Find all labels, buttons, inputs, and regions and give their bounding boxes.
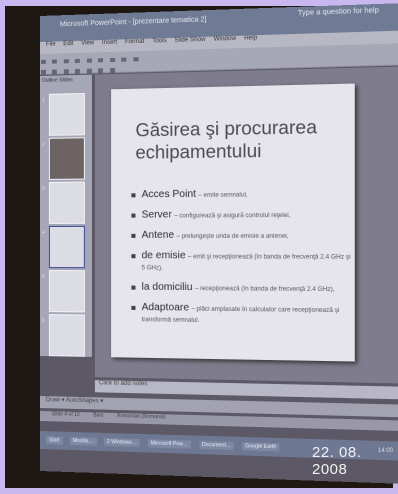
bullet-item: de emisie – emit şi recepţionează (în ba… bbox=[131, 251, 352, 274]
slide-bullet-list[interactable]: Acces Point – emite semnalul, Server – c… bbox=[131, 188, 352, 337]
thumb-number: 3 bbox=[42, 186, 45, 192]
bullet-description: – prelungeşte unda de emisie a antenei, bbox=[176, 234, 288, 240]
thumb-number: 1 bbox=[42, 98, 45, 104]
slide-thumbnail-selected[interactable] bbox=[49, 226, 85, 268]
status-slide: Slide 4 of 10 bbox=[52, 411, 80, 418]
status-design: Bars bbox=[93, 412, 103, 418]
projected-screen: Microsoft PowerPoint - [prezentare temat… bbox=[40, 3, 398, 484]
taskbar-item[interactable]: Microsoft Pow… bbox=[147, 439, 191, 449]
font-color-icon[interactable] bbox=[110, 68, 115, 73]
slide-thumbnail[interactable] bbox=[49, 270, 85, 312]
menu-slideshow[interactable]: Slide Show bbox=[174, 37, 205, 44]
help-search[interactable]: Type a question for help bbox=[298, 7, 379, 17]
menu-format[interactable]: Format bbox=[125, 39, 144, 46]
bullet-term: Acces Point bbox=[142, 189, 196, 201]
start-button[interactable]: Start bbox=[46, 436, 62, 445]
status-language: Romanian (Romania) bbox=[117, 413, 166, 420]
bullet-item: Antene – prelungeşte unda de emisie a an… bbox=[131, 230, 352, 242]
taskbar-item[interactable]: 2 Windows… bbox=[104, 438, 140, 447]
projection-frame: Microsoft PowerPoint - [prezentare temat… bbox=[5, 6, 393, 488]
tab-slides[interactable]: Slides bbox=[59, 77, 73, 83]
tab-outline[interactable]: Outline bbox=[42, 78, 58, 84]
slide-thumbnail[interactable] bbox=[49, 93, 85, 136]
pane-tabs: Outline Slides bbox=[40, 75, 92, 86]
bullet-term: Adaptoare bbox=[142, 302, 190, 314]
bullet-description: – emite semnalul, bbox=[198, 192, 247, 199]
taskbar-item[interactable]: Mozilla… bbox=[70, 437, 97, 446]
menu-help[interactable]: Help bbox=[244, 35, 257, 42]
slides-pane: Outline Slides 1 2 3 4 5 6 bbox=[40, 75, 92, 357]
italic-icon[interactable] bbox=[52, 70, 57, 75]
slide-title[interactable]: Găsirea şi procurarea echipamentului bbox=[135, 115, 335, 163]
current-slide[interactable]: Găsirea şi procurarea echipamentului Acc… bbox=[111, 84, 355, 362]
menu-view[interactable]: View bbox=[81, 40, 94, 46]
menu-file[interactable]: File bbox=[46, 42, 56, 48]
thumb-number: 4 bbox=[42, 230, 45, 236]
menu-window[interactable]: Window bbox=[214, 36, 236, 43]
bullet-item: Adaptoare – plăci amplasate în calculato… bbox=[131, 303, 352, 328]
bullet-item: Server – configurează şi asigură control… bbox=[131, 209, 352, 221]
align-center-icon[interactable] bbox=[87, 69, 92, 74]
thumb-number: 2 bbox=[42, 142, 45, 148]
thumb-number: 5 bbox=[42, 274, 45, 280]
taskbar-clock: 14:00 bbox=[378, 448, 393, 454]
align-left-icon[interactable] bbox=[75, 69, 80, 74]
menu-insert[interactable]: Insert bbox=[102, 40, 117, 47]
bullet-term: de emisie bbox=[142, 250, 186, 261]
notes-pane[interactable]: Click to add notes bbox=[95, 380, 398, 399]
bullet-item: la domiciliu – recepţionează (în banda d… bbox=[131, 283, 352, 296]
slide-editing-area: Găsirea şi procurarea echipamentului Acc… bbox=[95, 66, 398, 383]
bullet-description: – recepţionează (în banda de frecvenţă 2… bbox=[195, 286, 335, 293]
bullet-term: Antene bbox=[142, 230, 175, 241]
bullet-term: la domiciliu bbox=[142, 282, 193, 294]
slide-thumbnail[interactable] bbox=[49, 137, 85, 180]
menu-edit[interactable]: Edit bbox=[63, 41, 73, 47]
bullet-item: Acces Point – emite semnalul, bbox=[131, 188, 352, 201]
thumb-number: 6 bbox=[42, 318, 45, 324]
underline-icon[interactable] bbox=[64, 69, 69, 74]
menu-tools[interactable]: Tools bbox=[152, 38, 166, 45]
window-title: Microsoft PowerPoint - [prezentare temat… bbox=[60, 16, 207, 28]
bold-icon[interactable] bbox=[41, 70, 46, 75]
bullet-term: Server bbox=[142, 209, 172, 220]
bullet-description: – configurează şi asigură controlul reţe… bbox=[174, 213, 290, 220]
taskbar-item[interactable]: Google Earth bbox=[242, 442, 280, 451]
bullets-icon[interactable] bbox=[98, 68, 103, 73]
slide-thumbnail[interactable] bbox=[49, 182, 85, 224]
slide-thumbnail[interactable] bbox=[49, 314, 85, 357]
taskbar-item[interactable]: Document… bbox=[199, 441, 234, 450]
